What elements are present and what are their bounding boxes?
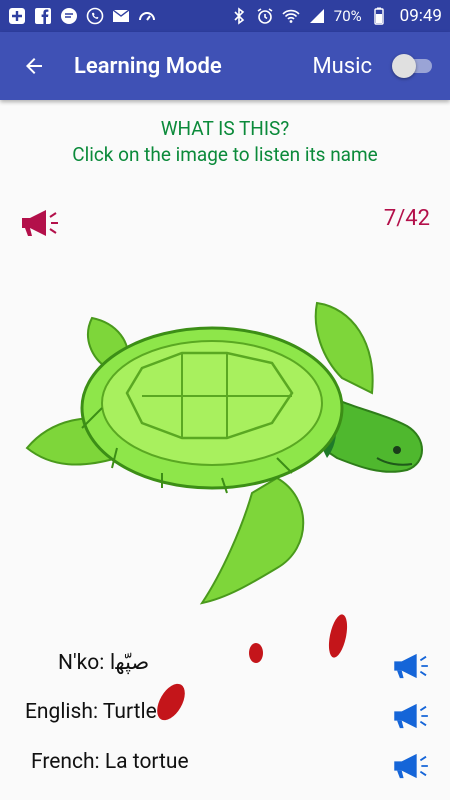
list-item: English: Turtle: [0, 696, 450, 732]
toggle-thumb: [392, 54, 416, 78]
play-french-button[interactable]: [392, 752, 432, 784]
megaphone-icon: [394, 703, 428, 729]
megaphone-icon: [394, 653, 428, 679]
signal-icon: [309, 9, 324, 23]
music-toggle[interactable]: [392, 54, 434, 78]
megaphone-icon: [22, 210, 58, 236]
english-name: English: Turtle: [25, 700, 157, 724]
message-icon: [61, 8, 77, 24]
bluetooth-icon: [234, 7, 245, 25]
clock: 09:49: [399, 6, 442, 26]
speedometer-icon: [139, 12, 155, 21]
prompt-subtitle: Click on the image to listen its name: [72, 143, 378, 166]
facebook-icon: [35, 8, 51, 24]
battery-icon: [373, 7, 384, 25]
back-button[interactable]: [6, 38, 62, 94]
play-sound-button[interactable]: [20, 208, 62, 242]
page-title: Learning Mode: [74, 53, 222, 79]
music-label: Music: [312, 53, 372, 79]
progress-counter: 7/42: [383, 206, 430, 231]
app-bar: Learning Mode Music: [0, 32, 450, 100]
prompt-title: WHAT IS THIS?: [160, 117, 290, 140]
mail-icon: [112, 9, 130, 22]
list-item: French: La tortue: [0, 746, 450, 782]
french-name: French: La tortue: [31, 750, 189, 774]
list-item: N'ko: ﺻﭙّﮭﺍ: [0, 646, 450, 682]
play-nko-button[interactable]: [392, 652, 432, 684]
status-bar: 70% 09:49: [0, 0, 450, 32]
megaphone-icon: [394, 753, 428, 779]
nko-name: N'ko: ﺻﭙّﮭﺍ: [58, 651, 150, 675]
instruction-text: WHAT IS THIS? Click on the image to list…: [0, 116, 450, 168]
turtle-image[interactable]: [22, 298, 432, 608]
wifi-icon: [282, 9, 300, 23]
arrow-back-icon: [26, 58, 42, 74]
battery-percent: 70%: [333, 7, 362, 25]
add-icon: [9, 8, 25, 24]
whatsapp-icon: [86, 7, 104, 25]
alarm-icon: [257, 8, 273, 24]
play-english-button[interactable]: [392, 702, 432, 734]
